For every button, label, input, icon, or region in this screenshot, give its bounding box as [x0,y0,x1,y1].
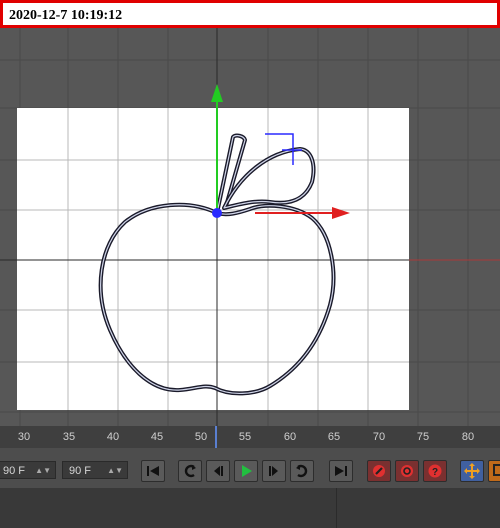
record-key-button[interactable] [367,460,391,482]
next-frame-icon [269,466,278,476]
object-pivot[interactable] [212,208,222,218]
transport-bar: 90 F ▲▼ 90 F ▲▼ ? [0,448,500,488]
ruler-tick: 50 [194,431,208,443]
ruler-tick: 45 [150,431,164,443]
next-frame-button[interactable] [262,460,286,482]
end-frame-field[interactable]: 90 F ▲▼ [62,461,128,479]
scale-icon [493,464,500,476]
next-key-button[interactable] [290,460,314,482]
previous-frame-icon [214,466,223,476]
svg-text:?: ? [432,467,438,478]
playhead-marker[interactable] [215,426,217,448]
keyframe-selection-button[interactable]: ? [423,460,447,482]
ruler-tick: 80 [461,431,475,443]
move-arrows-icon [464,463,480,479]
viewport-canvas[interactable] [0,28,500,426]
ruler-tick: 55 [238,431,252,443]
ruler-tick: 35 [62,431,76,443]
timestamp-text: 2020-12-7 10:19:12 [9,8,123,23]
go-to-start-button[interactable] [141,460,165,482]
scale-track-button[interactable] [488,460,500,482]
reference-image [17,108,409,410]
timeline-ruler[interactable]: 30 35 40 45 50 55 60 65 70 75 80 [0,426,500,448]
autokey-button[interactable] [395,460,419,482]
previous-key-icon [184,464,196,478]
autokey-icon [401,465,413,477]
panel-divider [336,488,337,528]
key-record-icon [373,465,385,477]
ruler-tick: 60 [283,431,297,443]
previous-frame-button[interactable] [206,460,230,482]
previous-key-button[interactable] [178,460,202,482]
position-track-button[interactable] [460,460,484,482]
ruler-tick: 75 [416,431,430,443]
viewport[interactable] [0,28,500,426]
start-frame-field[interactable]: 90 F ▲▼ [0,461,56,479]
skip-end-icon [335,466,347,476]
end-frame-value: 90 F [69,465,92,477]
timestamp-bar: 2020-12-7 10:19:12 [0,0,500,28]
end-frame-spinner-icon[interactable]: ▲▼ [107,462,123,480]
play-icon [242,465,252,477]
skip-start-icon [147,466,159,476]
start-frame-spinner-icon[interactable]: ▲▼ [35,462,51,480]
ruler-tick: 30 [17,431,31,443]
ruler-tick: 40 [106,431,120,443]
question-icon: ? [428,464,442,478]
go-to-end-button[interactable] [329,460,353,482]
play-button[interactable] [234,460,258,482]
ruler-tick: 70 [372,431,386,443]
start-frame-value: 90 F [3,465,26,477]
lower-panel [0,488,500,528]
next-key-icon [296,464,308,478]
ruler-tick: 65 [327,431,341,443]
